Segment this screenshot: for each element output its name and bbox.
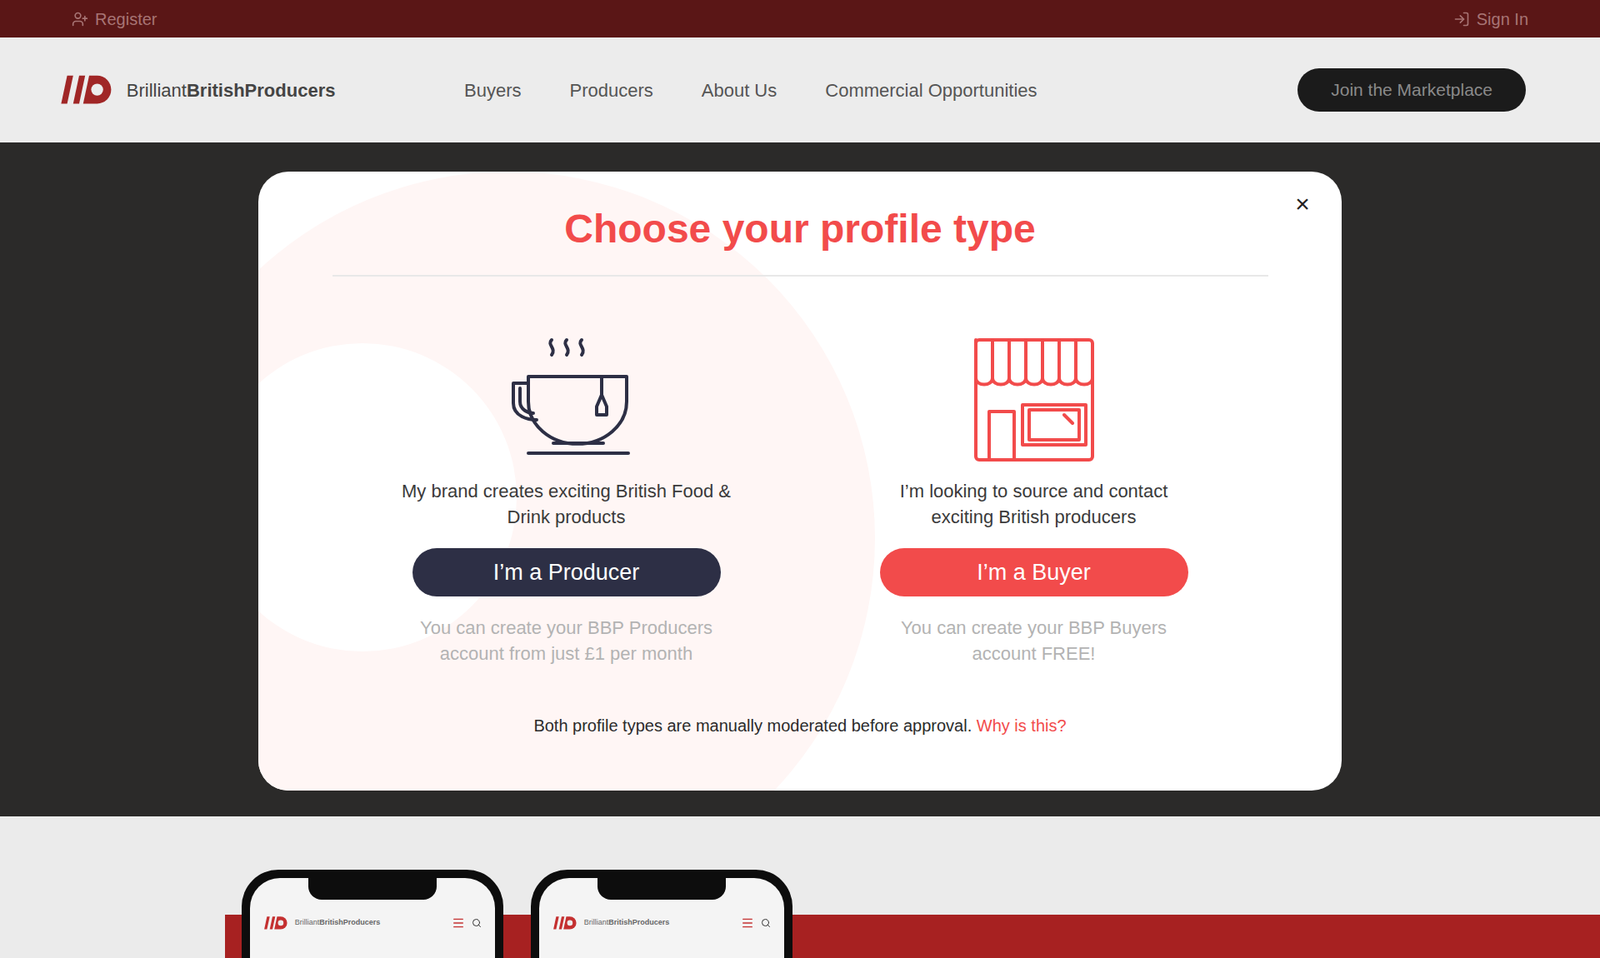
- moderation-note: Both profile types are manually moderate…: [533, 713, 1066, 739]
- modal-title: Choose your profile type: [564, 171, 1035, 254]
- register-link[interactable]: Register: [71, 6, 157, 32]
- top-bar: Register Sign In: [0, 0, 1600, 38]
- profile-option: My brand creates exciting British Food &…: [350, 336, 784, 667]
- nav-item[interactable]: Buyers: [464, 76, 521, 105]
- why-link[interactable]: Why is this?: [976, 716, 1067, 735]
- nav-item[interactable]: Commercial Opportunities: [825, 76, 1037, 105]
- page: Register Sign In BrilliantBritishProducers…: [0, 0, 1600, 958]
- profile-button[interactable]: I’m a Producer: [412, 548, 721, 597]
- user-plus-icon: [71, 10, 89, 28]
- phone-notch: [597, 878, 726, 900]
- logo[interactable]: BrilliantBritishProducers: [59, 71, 465, 108]
- search-icon[interactable]: [471, 918, 482, 929]
- profile-option: I’m looking to source and contact exciti…: [817, 336, 1251, 667]
- nav-item[interactable]: About Us: [701, 76, 778, 105]
- logo-icon: [263, 915, 289, 932]
- menu-icon[interactable]: [740, 916, 755, 930]
- teacup-icon: [503, 336, 630, 464]
- main-nav: Buyers Producers About Us Commercial Opport…: [464, 76, 1038, 105]
- menu-icon[interactable]: [451, 916, 465, 930]
- divider: [332, 275, 1269, 277]
- sign-in-icon: [1453, 10, 1470, 28]
- option-note: You can create your BBP Buyers account F…: [867, 615, 1201, 667]
- phone-mockup: BrilliantBritishProducers: [530, 870, 793, 958]
- close-button[interactable]: ×: [1290, 191, 1315, 217]
- option-description: My brand creates exciting British Food &…: [400, 478, 734, 530]
- profile-modal: × Choose your profile type My brand create…: [258, 171, 1342, 791]
- option-note: You can create your BBP Producers accoun…: [400, 615, 734, 667]
- header: BrilliantBritishProducersBuyers Producers…: [0, 37, 1600, 143]
- phone-mockup: BrilliantBritishProducers: [241, 870, 504, 958]
- logo-icon: [552, 915, 578, 932]
- option-description: I’m looking to source and contact exciti…: [867, 478, 1201, 530]
- sign-in-link[interactable]: Sign In: [1453, 6, 1529, 32]
- search-icon[interactable]: [760, 918, 771, 929]
- join-button[interactable]: Join the Marketplace: [1297, 68, 1526, 112]
- logo-icon: [59, 71, 114, 108]
- shop-icon: [970, 336, 1098, 464]
- app-preview-section: BrilliantBritishProducers BrilliantBritis…: [0, 816, 1600, 958]
- modal-overlay: × Choose your profile type My brand create…: [0, 0, 1600, 958]
- nav-item[interactable]: Producers: [569, 76, 653, 105]
- phone-notch: [308, 878, 437, 900]
- profile-button[interactable]: I’m a Buyer: [880, 548, 1189, 597]
